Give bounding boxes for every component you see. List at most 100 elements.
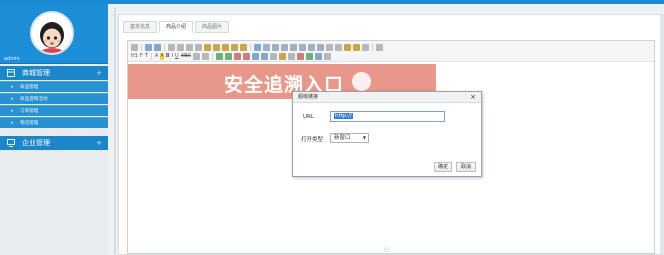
cancel-button[interactable]: 取消 [456,162,476,172]
expand-icon[interactable]: + [96,136,102,150]
underline-button[interactable]: U [175,53,179,60]
indent-icon[interactable] [308,44,315,51]
tab-bar: 基本信息 商品介绍 商品图片 [123,21,231,33]
horizontal-rule-icon[interactable] [269,53,277,60]
emoticon-icon[interactable] [278,53,286,60]
template-icon[interactable] [186,44,193,51]
undo-icon[interactable] [145,44,152,51]
separator [150,53,152,60]
separator [164,44,165,51]
target-select[interactable]: 新窗口 ▼ [330,133,369,143]
align-right-icon[interactable] [272,44,279,51]
unordered-list-icon[interactable] [299,44,306,51]
close-icon[interactable]: × [470,92,476,103]
unlink-icon[interactable] [323,53,331,60]
dialog-title: 超级链接 [298,94,319,100]
paste-word-icon[interactable] [240,44,247,51]
tab-product-intro[interactable]: 商品介绍 [159,21,194,33]
font-family-dropdown[interactable]: F [140,53,143,60]
cut-icon[interactable] [204,44,211,51]
strikethrough-button[interactable]: ABC [181,53,191,60]
tab-basic-info[interactable]: 基本信息 [123,21,158,33]
print-icon[interactable] [177,44,184,51]
paste-text-icon[interactable] [231,44,238,51]
separator [372,44,373,51]
page-scrollbar[interactable] [660,15,664,255]
chevron-right-icon: ▸ [11,84,14,90]
align-justify-icon[interactable] [281,44,288,51]
menu-item-orders[interactable]: ▸ 订单管理 [0,105,108,116]
link-icon[interactable] [314,53,322,60]
italic-button[interactable]: I [172,53,173,60]
outdent-icon[interactable] [317,44,324,51]
target-value: 新窗口 [334,135,351,141]
menu-section-label: 商城管理 [22,69,50,77]
copy-icon[interactable] [213,44,220,51]
map-icon[interactable] [305,53,313,60]
grid-icon [7,69,15,77]
multi-image-icon[interactable] [224,53,232,60]
ordered-list-icon[interactable] [290,44,297,51]
url-value: http:// [334,113,353,119]
insert-file-icon[interactable] [251,53,259,60]
remove-format-icon[interactable] [201,53,209,60]
font-color-button[interactable]: A [155,53,158,60]
code-icon[interactable] [195,44,202,51]
select-all-icon[interactable] [353,44,360,51]
avatar[interactable] [30,11,74,55]
menu-item-promotions[interactable]: ▸ 商品促销活动 [0,93,108,104]
toolbar-row-2: H1 F T A A B I U ABC [131,52,331,61]
clear-format-icon[interactable] [344,44,351,51]
flash-icon[interactable] [233,53,241,60]
line-height-icon[interactable] [192,53,200,60]
tab-product-images[interactable]: 商品图片 [195,21,230,33]
confirm-button[interactable]: 确定 [434,162,452,172]
media-icon[interactable] [242,53,250,60]
source-icon[interactable] [131,44,138,51]
dialog-title-bar[interactable]: 超级链接 × [293,92,481,103]
layout-divider [114,8,116,255]
fullscreen-icon[interactable] [362,44,369,51]
anchor-icon[interactable] [287,53,295,60]
page-break-icon[interactable] [296,53,304,60]
about-icon[interactable] [376,44,383,51]
separator [211,53,213,60]
expand-icon[interactable]: + [96,66,102,80]
separator [141,44,142,51]
username: admin [4,56,20,62]
highlight-button[interactable]: A [160,53,164,60]
menu-item-label: 物流管理 [20,121,39,126]
font-size-dropdown[interactable]: T [145,53,148,60]
monitor-icon [7,139,15,147]
hyperlink-dialog: 超级链接 × URL http:// 打开类型 新窗口 ▼ 确定 取消 [292,91,482,177]
menu-section-enterprise[interactable]: 企业管理 + [0,136,108,150]
page-root: admin 商城管理 + ▸ 商品管理 ▸ 商品促销活动 ▸ 订单管理 ▸ 物流… [0,0,664,255]
sidebar: admin 商城管理 + ▸ 商品管理 ▸ 商品促销活动 ▸ 订单管理 ▸ 物流… [0,4,108,255]
heading-dropdown[interactable]: H1 [131,53,138,60]
subscript-icon[interactable] [326,44,333,51]
profile-panel: admin [0,4,108,64]
target-label: 打开类型 [301,137,324,143]
toolbar-row-1 [131,43,383,52]
superscript-icon[interactable] [335,44,342,51]
menu-item-label: 商品管理 [20,85,39,90]
preview-icon[interactable] [168,44,175,51]
menu-section-label: 企业管理 [22,139,50,147]
align-left-icon[interactable] [254,44,261,51]
url-label: URL [303,114,314,120]
image-icon[interactable] [215,53,223,60]
menu-item-label: 订单管理 [20,109,39,114]
menu-item-logistics[interactable]: ▸ 物流管理 [0,117,108,128]
menu-item-products[interactable]: ▸ 商品管理 [0,81,108,92]
separator [250,44,251,51]
align-center-icon[interactable] [263,44,270,51]
table-icon[interactable] [260,53,268,60]
chevron-right-icon: ▸ [11,120,14,126]
chevron-right-icon: ▸ [11,96,14,102]
redo-icon[interactable] [154,44,161,51]
paste-icon[interactable] [222,44,229,51]
url-input[interactable]: http:// [330,111,445,122]
resize-handle-icon[interactable]: ◇ [384,246,389,253]
bold-button[interactable]: B [166,53,170,60]
menu-section-mall[interactable]: 商城管理 + [0,66,108,80]
